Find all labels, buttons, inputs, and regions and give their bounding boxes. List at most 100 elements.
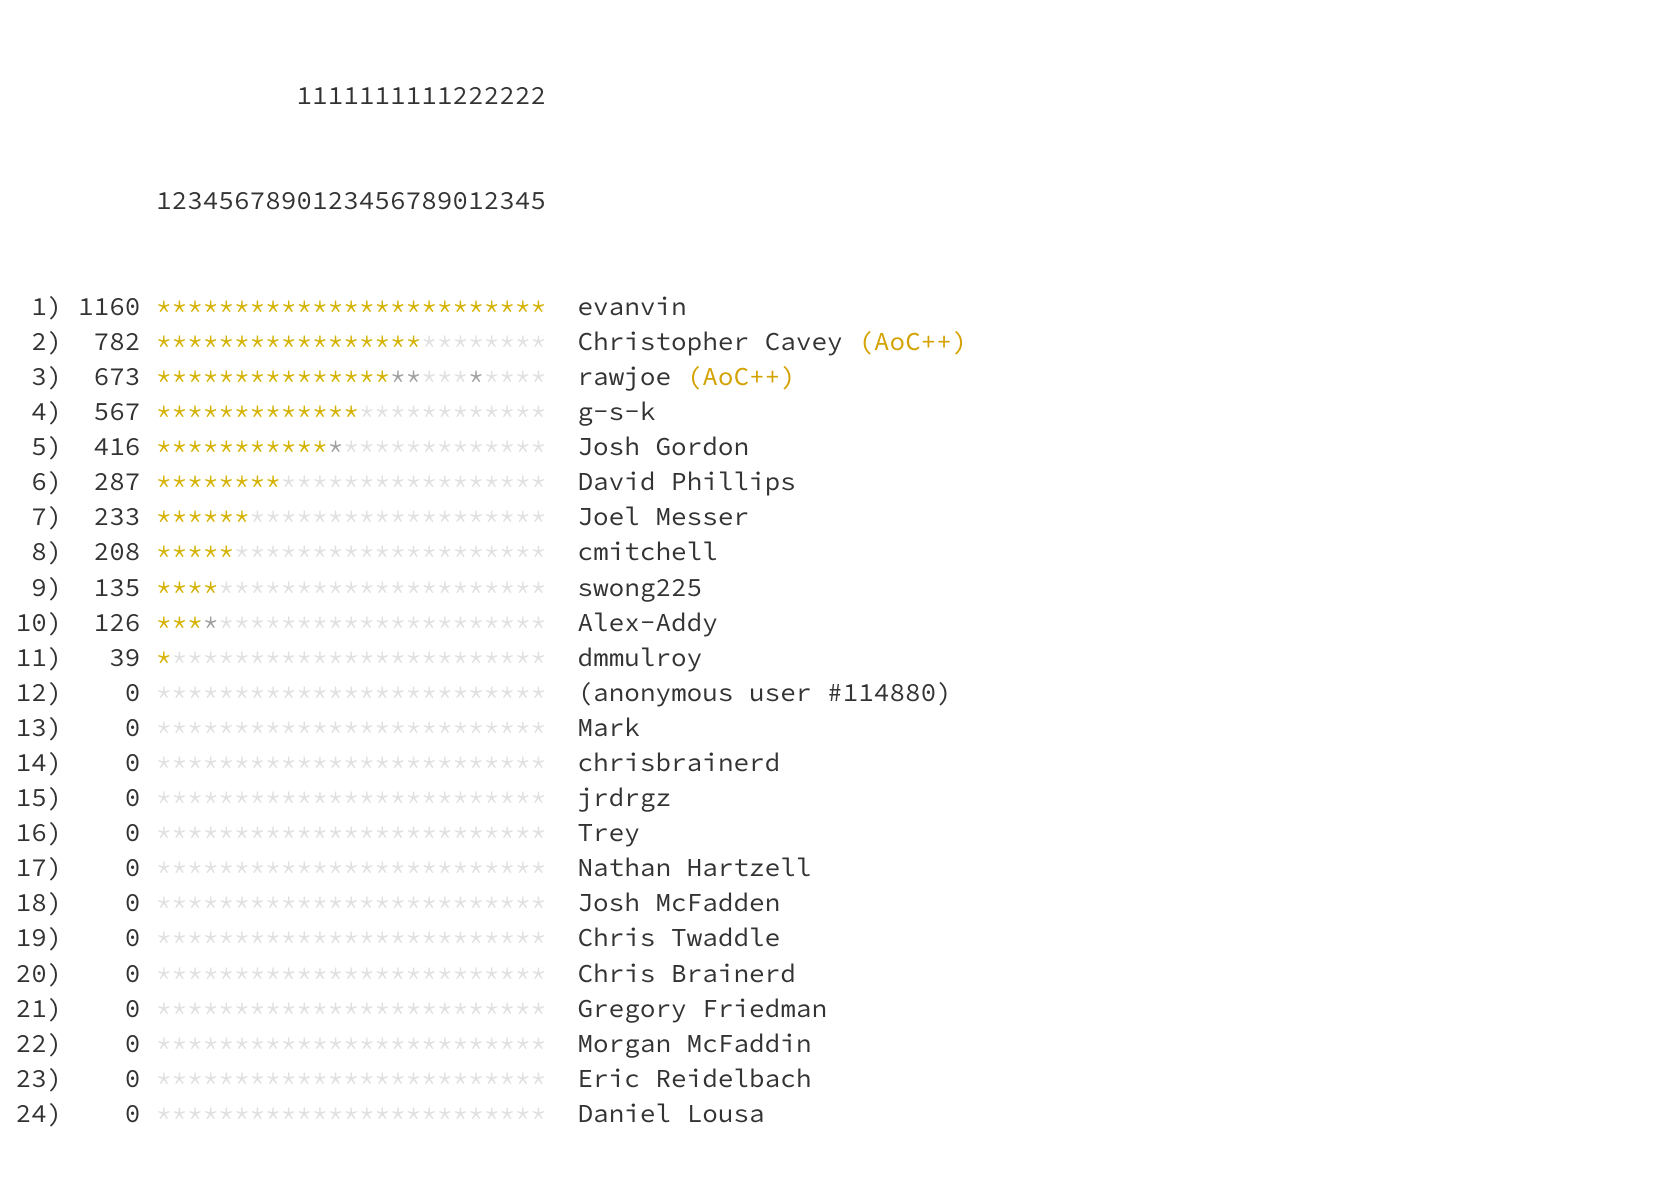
stars: ************************* xyxy=(156,991,546,1026)
star-day-2: * xyxy=(172,535,188,568)
star-day-21: * xyxy=(468,851,484,884)
star-day-14: * xyxy=(359,851,375,884)
star-day-24: * xyxy=(515,290,531,323)
member-name[interactable]: Joel Messer xyxy=(577,500,749,533)
member-name[interactable]: Josh Gordon xyxy=(577,430,749,463)
star-day-7: * xyxy=(250,816,266,849)
star-day-24: * xyxy=(515,395,531,428)
star-day-3: * xyxy=(187,992,203,1025)
star-day-8: * xyxy=(265,711,281,744)
star-day-13: * xyxy=(343,1097,359,1130)
rank: 6 xyxy=(0,464,47,499)
star-day-6: * xyxy=(234,957,250,990)
star-day-24: * xyxy=(515,957,531,990)
star-day-14: * xyxy=(359,535,375,568)
star-day-5: * xyxy=(218,395,234,428)
member-name[interactable]: dmmulroy xyxy=(577,641,702,674)
star-day-13: * xyxy=(343,816,359,849)
member-name[interactable]: Mark xyxy=(577,711,639,744)
star-day-12: * xyxy=(328,886,344,919)
star-day-22: * xyxy=(484,676,500,709)
score: 126 xyxy=(62,605,140,640)
member-name[interactable]: g-s-k xyxy=(577,395,655,428)
star-day-6: * xyxy=(234,1027,250,1060)
member-name[interactable]: rawjoe xyxy=(577,360,671,393)
score: 0 xyxy=(62,815,140,850)
star-day-2: * xyxy=(172,851,188,884)
member-name[interactable]: Nathan Hartzell xyxy=(577,851,811,884)
star-day-6: * xyxy=(234,465,250,498)
star-day-22: * xyxy=(484,746,500,779)
star-day-7: * xyxy=(250,395,266,428)
star-day-16: * xyxy=(390,606,406,639)
star-day-3: * xyxy=(187,711,203,744)
star-day-1: * xyxy=(156,921,172,954)
star-day-18: * xyxy=(421,641,437,674)
star-day-21: * xyxy=(468,606,484,639)
star-day-23: * xyxy=(499,1062,515,1095)
member-name[interactable]: Chris Brainerd xyxy=(577,957,795,990)
star-day-21: * xyxy=(468,1027,484,1060)
star-day-1: * xyxy=(156,395,172,428)
member-name[interactable]: cmitchell xyxy=(577,535,717,568)
star-day-4: * xyxy=(203,711,219,744)
star-day-10: * xyxy=(297,676,313,709)
star-day-23: * xyxy=(499,1097,515,1130)
star-day-13: * xyxy=(343,395,359,428)
rank: 20 xyxy=(0,956,47,991)
member-name[interactable]: (anonymous user #114880) xyxy=(577,676,951,709)
star-day-4: * xyxy=(203,360,219,393)
star-day-20: * xyxy=(453,1027,469,1060)
star-day-12: * xyxy=(328,1062,344,1095)
star-day-6: * xyxy=(234,711,250,744)
star-day-19: * xyxy=(437,606,453,639)
member-name[interactable]: Christopher Cavey xyxy=(577,325,842,358)
star-day-22: * xyxy=(484,957,500,990)
star-day-24: * xyxy=(515,711,531,744)
star-day-20: * xyxy=(453,290,469,323)
star-day-1: * xyxy=(156,535,172,568)
member-name[interactable]: Chris Twaddle xyxy=(577,921,780,954)
star-day-1: * xyxy=(156,816,172,849)
star-day-23: * xyxy=(499,606,515,639)
rank-paren: ) xyxy=(47,1097,63,1130)
star-day-24: * xyxy=(515,430,531,463)
star-day-25: * xyxy=(531,676,547,709)
member-name[interactable]: swong225 xyxy=(577,571,702,604)
member-name[interactable]: Morgan McFaddin xyxy=(577,1027,811,1060)
rank-paren: ) xyxy=(47,746,63,779)
star-day-4: * xyxy=(203,641,219,674)
star-day-17: * xyxy=(406,921,422,954)
member-name[interactable]: Eric Reidelbach xyxy=(577,1062,811,1095)
star-day-16: * xyxy=(390,781,406,814)
star-day-6: * xyxy=(234,641,250,674)
star-day-17: * xyxy=(406,676,422,709)
star-day-24: * xyxy=(515,641,531,674)
star-day-23: * xyxy=(499,535,515,568)
star-day-22: * xyxy=(484,816,500,849)
member-name[interactable]: Trey xyxy=(577,816,639,849)
member-name[interactable]: Gregory Friedman xyxy=(577,992,827,1025)
star-day-22: * xyxy=(484,465,500,498)
star-day-18: * xyxy=(421,781,437,814)
star-day-20: * xyxy=(453,325,469,358)
member-name[interactable]: Alex-Addy xyxy=(577,606,717,639)
star-day-21: * xyxy=(468,395,484,428)
member-name[interactable]: chrisbrainerd xyxy=(577,746,780,779)
star-day-3: * xyxy=(187,1062,203,1095)
stars: ************************* xyxy=(156,1026,546,1061)
member-name[interactable]: evanvin xyxy=(577,290,686,323)
member-name[interactable]: Josh McFadden xyxy=(577,886,780,919)
member-name[interactable]: Daniel Lousa xyxy=(577,1097,764,1130)
star-day-11: * xyxy=(312,1097,328,1130)
star-day-18: * xyxy=(421,676,437,709)
star-day-23: * xyxy=(499,465,515,498)
star-day-7: * xyxy=(250,325,266,358)
star-day-7: * xyxy=(250,851,266,884)
member-name[interactable]: jrdrgz xyxy=(577,781,671,814)
star-day-20: * xyxy=(453,746,469,779)
star-day-14: * xyxy=(359,1027,375,1060)
star-day-5: * xyxy=(218,606,234,639)
member-name[interactable]: David Phillips xyxy=(577,465,795,498)
star-day-16: * xyxy=(390,641,406,674)
